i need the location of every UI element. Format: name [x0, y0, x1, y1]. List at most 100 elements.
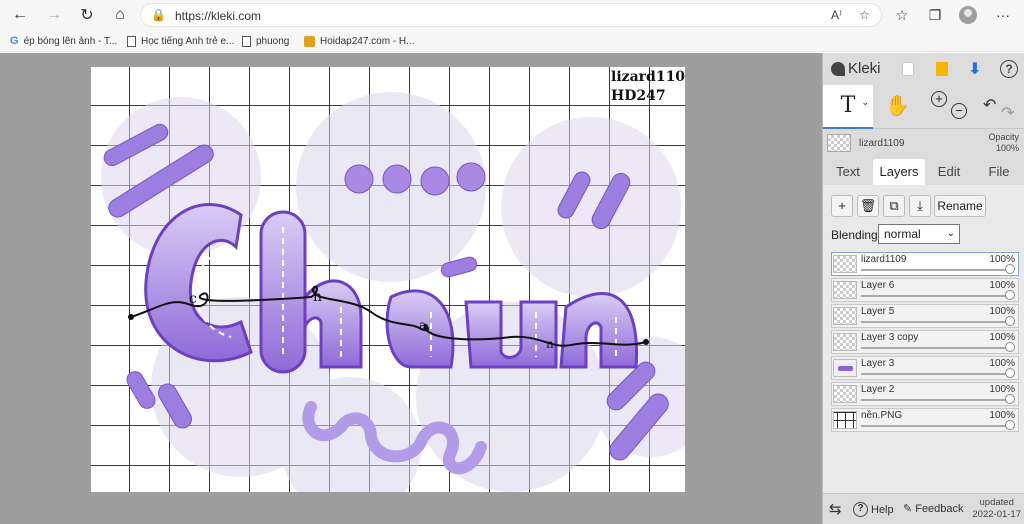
refresh-icon[interactable]: ↻	[75, 3, 99, 27]
chevron-down-icon: ⌄	[946, 228, 955, 239]
new-file-icon	[902, 62, 914, 76]
layer-item[interactable]: Layer 2 100%	[831, 382, 1019, 406]
opacity-slider-handle[interactable]	[1005, 264, 1015, 274]
rename-button[interactable]: Rename	[934, 195, 986, 217]
layer-item[interactable]: Layer 5 100%	[831, 304, 1019, 328]
home-icon[interactable]: ⌂	[108, 3, 132, 27]
opacity-slider-handle[interactable]	[1005, 394, 1015, 404]
help-button[interactable]: ?	[998, 59, 1020, 79]
hand-tool-icon[interactable]: ✋	[885, 93, 910, 118]
opacity-slider-handle[interactable]	[1005, 368, 1015, 378]
more-menu-icon[interactable]: ···	[992, 5, 1014, 25]
add-layer-button[interactable]: +	[831, 195, 853, 217]
chevron-down-icon[interactable]: ⌄	[861, 81, 869, 123]
opacity-slider[interactable]	[861, 269, 1006, 271]
back-arrow-icon[interactable]: ←	[8, 3, 32, 27]
favorite-add-icon[interactable]: ☆	[859, 8, 870, 22]
url-text[interactable]: https://kleki.com	[175, 9, 261, 23]
opacity-slider-handle[interactable]	[1005, 290, 1015, 300]
opacity-slider[interactable]	[861, 399, 1006, 401]
feedback-link[interactable]: ✎ Feedback	[903, 502, 964, 516]
hoidap-icon	[304, 35, 315, 47]
kleki-logo-icon	[831, 61, 845, 76]
opacity-slider[interactable]	[861, 347, 1006, 349]
download-icon[interactable]: ⬇	[964, 59, 986, 79]
tab-text[interactable]: Text	[829, 159, 867, 185]
watermark-line1: lizard1109	[611, 69, 685, 85]
delete-layer-icon[interactable]: 🗑	[857, 195, 879, 217]
layer-thumbnail	[833, 359, 857, 377]
layer-thumbnail	[833, 333, 857, 351]
forward-arrow-icon[interactable]: →	[42, 3, 66, 27]
bookmark-item[interactable]: phuong	[242, 33, 289, 49]
layer-thumbnail	[827, 134, 851, 152]
tool-row: T ⌄ ✋ + − ↶ ↷	[823, 85, 1024, 129]
opacity-slider[interactable]	[861, 295, 1006, 297]
bookmarks-bar: G ép bóng lên ảnh - T... Học tiếng Anh t…	[0, 30, 1024, 52]
zoom-in-icon[interactable]: +	[931, 91, 947, 107]
layer-thumbnail	[833, 281, 857, 299]
save-button[interactable]	[931, 59, 953, 79]
new-image-button[interactable]	[897, 59, 919, 79]
layer-item[interactable]: Layer 3 copy 100%	[831, 330, 1019, 354]
layer-item[interactable]: nền.PNG 100%	[831, 408, 1019, 432]
svg-text:n: n	[546, 337, 554, 351]
duplicate-layer-icon[interactable]: ⧉	[883, 195, 905, 217]
swap-sides-icon[interactable]: ⇆	[829, 500, 842, 518]
tab-file[interactable]: File	[981, 159, 1017, 185]
favorites-icon[interactable]: ☆	[891, 5, 913, 25]
opacity-slider[interactable]	[861, 425, 1006, 427]
panel-footer: ⇆ ? Help ✎ Feedback updated 2022-01-17	[823, 493, 1024, 524]
artwork: c h a n	[91, 67, 685, 492]
opacity-slider[interactable]	[861, 321, 1006, 323]
layer-item[interactable]: Layer 6 100%	[831, 278, 1019, 302]
collections-icon[interactable]: ❐	[924, 5, 946, 25]
help-icon: ?	[1000, 60, 1018, 78]
zoom-out-icon[interactable]: −	[951, 103, 967, 119]
layer-thumbnail	[833, 385, 857, 403]
opacity-slider-handle[interactable]	[1005, 342, 1015, 352]
address-bar[interactable]: 🔒 https://kleki.com A⁾ ☆	[140, 3, 882, 27]
bookmark-item[interactable]: Hoidap247.com - H...	[304, 33, 415, 49]
kleki-logo[interactable]: Kleki	[831, 60, 881, 77]
layers-panel: + 🗑 ⧉ ⤓ Rename Blending normal ⌄ lizard1…	[823, 185, 1024, 493]
layer-item[interactable]: Layer 3 100%	[831, 356, 1019, 380]
opacity-readout: Opacity 100%	[988, 132, 1019, 153]
save-icon	[936, 62, 948, 76]
opacity-slider[interactable]	[861, 373, 1006, 375]
text-tool-button[interactable]: T ⌄	[823, 85, 873, 129]
feedback-icon: ✎	[903, 503, 913, 515]
layer-thumbnail	[833, 255, 857, 273]
canvas-area[interactable]: c h a n lizard1109 HD247	[0, 53, 822, 524]
bookmark-item[interactable]: G ép bóng lên ảnh - T...	[10, 33, 117, 49]
page-icon	[242, 35, 251, 47]
read-aloud-icon[interactable]: A⁾	[831, 8, 842, 22]
merge-down-icon[interactable]: ⤓	[909, 195, 931, 217]
page-icon	[127, 35, 136, 47]
google-icon: G	[10, 35, 19, 47]
updated-info: updated 2022-01-17	[972, 497, 1021, 520]
redo-icon[interactable]: ↷	[1001, 103, 1014, 123]
help-link[interactable]: ? Help	[853, 502, 894, 517]
svg-text:c: c	[189, 291, 197, 307]
panel-header: Kleki ⬇ ?	[823, 53, 1024, 85]
layer-item[interactable]: lizard1109 100%	[831, 252, 1019, 276]
browser-toolbar: ← → ↻ ⌂ 🔒 https://kleki.com A⁾ ☆ ☆ ❐ ···	[0, 0, 1024, 30]
drawing-canvas[interactable]: c h a n lizard1109 HD247	[91, 67, 685, 492]
help-icon: ?	[853, 502, 868, 517]
side-panel: Kleki ⬇ ? T ⌄ ✋ + − ↶ ↷ lizard1109 Opaci…	[822, 53, 1024, 524]
lock-icon: 🔒	[151, 8, 166, 22]
svg-text:h: h	[313, 289, 322, 305]
undo-icon[interactable]: ↶	[983, 95, 996, 115]
blending-select[interactable]: normal ⌄	[878, 224, 960, 244]
blending-label: Blending	[831, 228, 878, 242]
profile-avatar[interactable]	[959, 6, 977, 24]
opacity-slider-handle[interactable]	[1005, 316, 1015, 326]
svg-text:a: a	[419, 318, 426, 332]
layer-thumbnail	[833, 307, 857, 325]
tab-layers[interactable]: Layers	[873, 159, 925, 185]
tab-edit[interactable]: Edit	[931, 159, 967, 185]
bookmark-item[interactable]: Học tiếng Anh trẻ e...	[127, 33, 234, 49]
opacity-slider-handle[interactable]	[1005, 420, 1015, 430]
kleki-app: c h a n lizard1109 HD247 Kleki ⬇ ? T ⌄	[0, 53, 1024, 524]
